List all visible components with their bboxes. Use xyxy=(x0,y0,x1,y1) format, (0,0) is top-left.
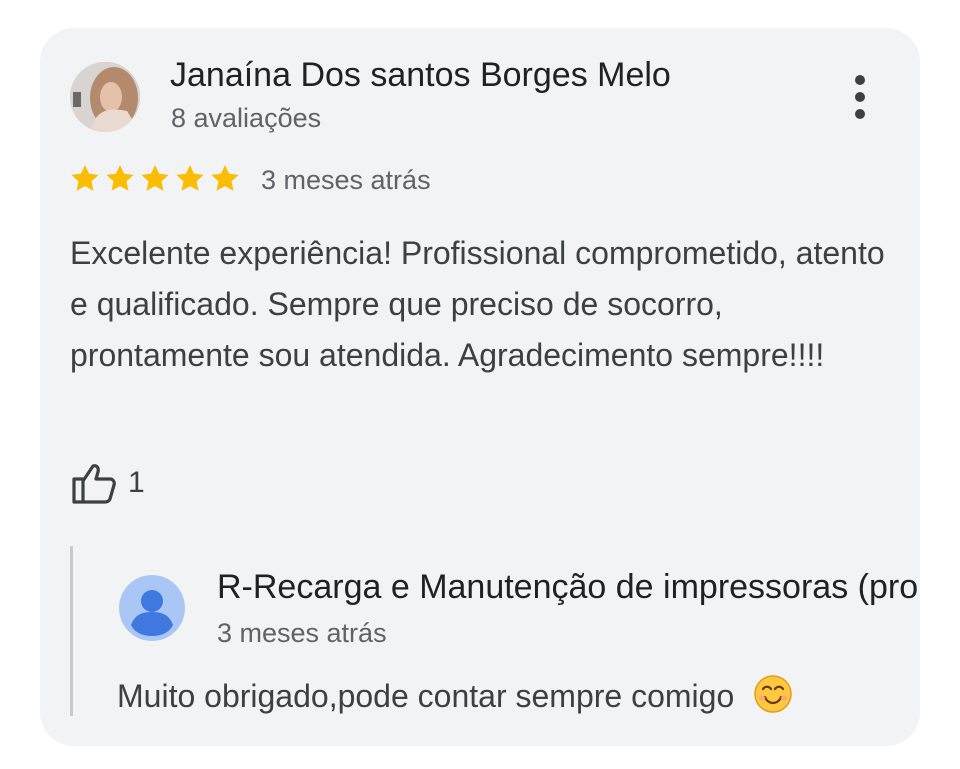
owner-reply-text: Muito obrigado,pode contar sempre comigo xyxy=(117,678,735,714)
thumbs-up-icon xyxy=(72,464,116,504)
review-date: 3 meses atrás xyxy=(261,165,431,195)
owner-reply-text-line: Muito obrigado,pode contar sempre comigo xyxy=(117,674,793,715)
star-icon xyxy=(141,165,169,191)
owner-avatar xyxy=(119,575,185,641)
owner-name: R-Recarga e Manutenção de impressoras (p… xyxy=(217,568,920,606)
star-icon xyxy=(211,165,239,191)
star-rating xyxy=(68,162,242,196)
star-icon xyxy=(71,165,99,191)
owner-reply-date: 3 meses atrás xyxy=(217,618,387,648)
person-icon xyxy=(131,590,173,636)
like-button[interactable]: 1 xyxy=(70,460,145,506)
reviewer-photo xyxy=(70,62,140,132)
reviewer-review-count: 8 avaliações xyxy=(171,103,322,133)
smiling-face-emoji xyxy=(754,675,792,713)
review-text: Excelente experiência! Profissional comp… xyxy=(70,235,885,373)
owner-reply: R-Recarga e Manutenção de impressoras (p… xyxy=(70,546,920,716)
more-options-button[interactable] xyxy=(840,70,880,124)
more-vert-icon xyxy=(855,75,865,119)
review-card: Janaína Dos santos Borges Melo 8 avaliaç… xyxy=(40,28,920,746)
reviewer-name[interactable]: Janaína Dos santos Borges Melo xyxy=(170,56,671,95)
star-icon xyxy=(176,165,204,191)
star-icon xyxy=(106,165,134,191)
like-count: 1 xyxy=(128,466,145,499)
reviewer-avatar[interactable] xyxy=(70,62,140,132)
